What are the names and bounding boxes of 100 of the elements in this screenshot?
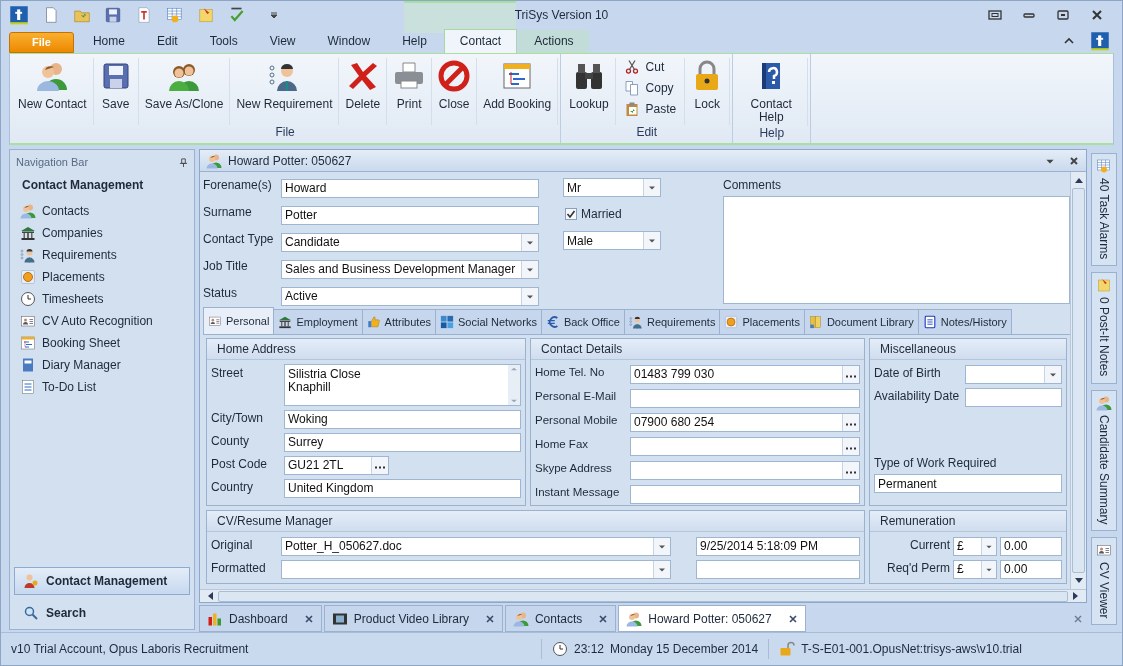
married-checkbox[interactable]: Married [563, 205, 661, 223]
tab[interactable]: Placements [719, 309, 805, 334]
save-icon[interactable] [104, 6, 122, 24]
scroll-left-icon[interactable] [206, 591, 214, 602]
nav-item[interactable]: CV Auto Recognition [10, 310, 194, 332]
ribbon-button[interactable]: Lock [685, 58, 731, 125]
text-field[interactable]: United Kingdom [284, 478, 521, 498]
dropdown-field[interactable]: Mr [563, 178, 661, 197]
text-field[interactable]: GU21 2TL [284, 455, 389, 475]
dropdown-field[interactable]: Potter_H_050627.doc [281, 536, 671, 556]
dropdown-field[interactable]: Candidate [281, 232, 539, 252]
checkbox-icon[interactable] [565, 208, 577, 220]
close-icon[interactable] [1090, 10, 1104, 20]
nav-item[interactable]: Companies [10, 222, 194, 244]
ellipsis-icon[interactable] [371, 456, 388, 474]
document-tab[interactable]: Contacts [504, 605, 617, 632]
ribbon-button[interactable]: Contact Help [735, 58, 809, 126]
document-tab[interactable]: Product Video Library [323, 605, 503, 632]
text-field[interactable]: Potter [281, 205, 539, 225]
scroll-right-icon[interactable] [1072, 591, 1080, 602]
text-field[interactable]: Permanent [874, 474, 1062, 493]
vertical-scrollbar[interactable] [1070, 172, 1086, 590]
nav-item[interactable]: Timesheets [10, 288, 194, 310]
ribbon-button[interactable]: Copy [621, 79, 679, 97]
nav-item[interactable]: Requirements [10, 244, 194, 266]
close-icon[interactable] [787, 613, 798, 624]
customize-toolbar-icon[interactable] [269, 10, 279, 20]
ribbon-button[interactable]: Cut [621, 58, 679, 76]
dropdown-field[interactable]: Male [563, 231, 661, 250]
side-panel-tab[interactable]: CV Viewer [1091, 536, 1117, 626]
document-icon[interactable] [135, 6, 153, 24]
nav-section-button[interactable]: Search [14, 599, 190, 627]
horizontal-scrollbar[interactable] [200, 589, 1086, 603]
side-panel-tab[interactable]: Candidate Summary [1091, 389, 1117, 531]
ribbon-tab[interactable]: Window [312, 30, 386, 53]
ribbon-button[interactable]: New Requirement [230, 58, 340, 125]
ribbon-tab[interactable]: View [254, 30, 311, 53]
pin-icon[interactable] [179, 157, 188, 167]
address-field[interactable]: Silistria Close Knaphill [284, 364, 521, 406]
nav-item[interactable]: Booking Sheet [10, 332, 194, 354]
app-logo-icon[interactable] [9, 5, 29, 25]
ribbon-button[interactable]: Add Booking [477, 58, 559, 125]
ribbon-button[interactable]: Delete [339, 58, 388, 125]
text-field[interactable] [965, 387, 1062, 407]
text-field[interactable] [630, 436, 860, 456]
ribbon-tab[interactable]: Contact [443, 29, 518, 53]
minimize-icon[interactable] [1022, 10, 1036, 20]
dropdown-field[interactable]: Active [281, 286, 539, 306]
tab[interactable]: Back Office [540, 309, 625, 334]
text-field[interactable]: Howard [281, 178, 539, 198]
ribbon-tab[interactable]: Help [387, 30, 442, 53]
text-field[interactable] [630, 388, 860, 408]
tab[interactable]: Requirements [623, 309, 721, 334]
nav-section-button[interactable]: Contact Management [14, 567, 190, 595]
ellipsis-icon[interactable] [842, 461, 859, 479]
alarm-table-icon[interactable] [166, 6, 184, 24]
document-tab[interactable]: Dashboard [199, 605, 322, 632]
ellipsis-icon[interactable] [842, 413, 859, 431]
close-icon[interactable] [303, 613, 314, 624]
side-panel-tab[interactable]: 40 Task Alarms [1091, 153, 1117, 267]
dropdown-field[interactable] [965, 364, 1062, 384]
ribbon-button[interactable]: Close [432, 58, 478, 125]
close-icon[interactable] [484, 613, 495, 624]
ribbon-tab[interactable]: Home [77, 30, 140, 53]
ribbon-button[interactable]: New Contact [12, 58, 94, 125]
close-icon[interactable] [598, 613, 609, 624]
currency-dropdown[interactable]: £ [953, 536, 997, 556]
nav-item[interactable]: Diary Manager [10, 354, 194, 376]
text-field[interactable]: 01483 799 030 [630, 364, 860, 384]
dropdown-field[interactable]: Sales and Business Development Manager [281, 259, 539, 279]
ribbon-tab[interactable]: Actions [519, 30, 589, 53]
nav-item[interactable]: Contacts [10, 200, 194, 222]
document-tab[interactable]: Howard Potter: 050627 [618, 605, 806, 632]
text-field[interactable]: Surrey [284, 432, 521, 452]
close-icon[interactable] [1068, 154, 1080, 167]
ribbon-button[interactable]: Save As/Clone [138, 58, 231, 125]
tab[interactable]: Attributes [361, 309, 437, 334]
amount-field[interactable]: 0.00 [1000, 536, 1062, 556]
ellipsis-icon[interactable] [842, 437, 859, 455]
comments-field[interactable] [723, 196, 1070, 304]
ribbon-button[interactable]: Lookup [563, 58, 616, 125]
dropdown-field[interactable] [281, 559, 671, 579]
spell-check-icon[interactable] [228, 6, 246, 24]
text-field[interactable]: 07900 680 254 [630, 412, 860, 432]
tab[interactable]: Notes/History [917, 309, 1012, 334]
ribbon-tab[interactable]: Tools [194, 30, 253, 53]
text-field[interactable] [630, 460, 860, 480]
app-logo-icon[interactable] [1090, 31, 1110, 51]
fullscreen-icon[interactable] [988, 10, 1002, 20]
ribbon-tab[interactable]: Edit [141, 30, 193, 53]
tab[interactable]: Document Library [803, 309, 919, 334]
tab[interactable]: Social Networks [435, 309, 542, 334]
text-field[interactable] [630, 484, 860, 504]
currency-dropdown[interactable]: £ [953, 559, 997, 579]
ribbon-button[interactable]: Paste [621, 100, 679, 118]
note-icon[interactable] [197, 6, 215, 24]
scroll-up-icon[interactable] [1073, 176, 1084, 184]
ellipsis-icon[interactable] [842, 365, 859, 383]
scrollbar[interactable] [508, 365, 520, 405]
amount-field[interactable]: 0.00 [1000, 559, 1062, 579]
